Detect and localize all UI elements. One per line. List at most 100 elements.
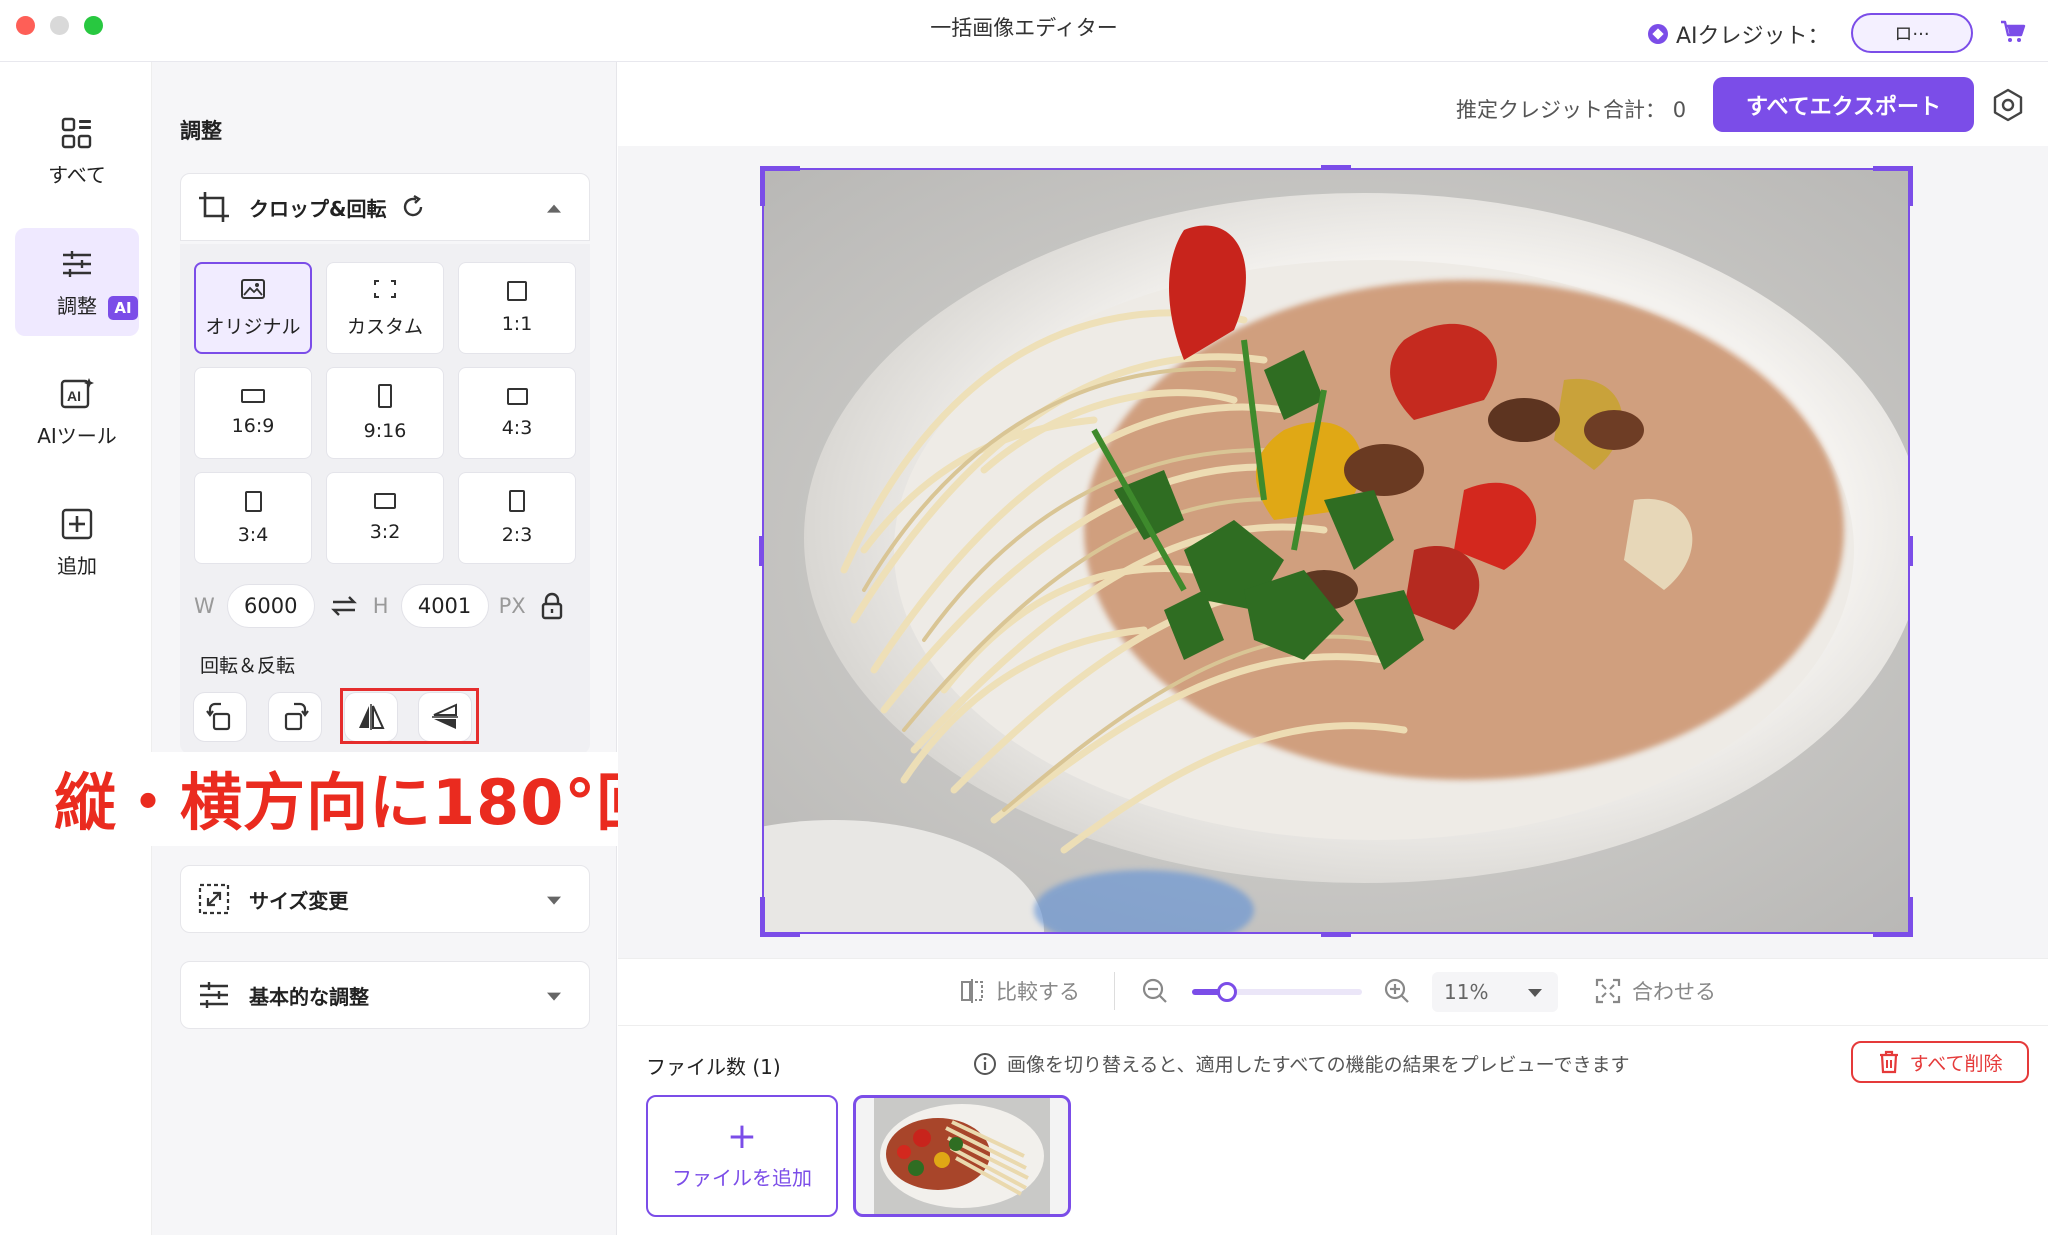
ratio-label: 16:9 [231,415,275,437]
rail-label-all: すべて [48,162,106,187]
chevron-down-icon[interactable] [547,992,561,1001]
swap-icon[interactable] [329,594,359,618]
ratio-4-3[interactable]: 4:3 [458,367,576,459]
login-button[interactable]: ロ··· [1851,13,1973,53]
credit-total-value: 0 [1672,98,1687,122]
chevron-up-icon[interactable] [547,204,561,213]
square-icon [507,281,527,301]
image-icon [241,278,265,299]
ratio-original[interactable]: オリジナル [194,262,312,354]
ratio-1-1[interactable]: 1:1 [458,262,576,354]
file-thumbnail[interactable] [853,1095,1071,1217]
gear-icon[interactable] [1991,88,2025,122]
preview-image[interactable] [762,168,1910,934]
width-label: W [194,594,215,618]
trash-icon [1879,1050,1898,1074]
credit-total-label: 推定クレジット合計： [1456,98,1666,122]
lock-icon[interactable] [540,592,564,620]
crop-handle-right[interactable] [1908,536,1913,566]
crop-handle-bottom-left[interactable] [760,897,800,937]
sliders-icon [200,982,228,1008]
resize-title: サイズ変更 [249,888,349,913]
plus-icon: + [726,1115,758,1157]
flip-highlight-box [340,688,479,744]
ratio-label: 1:1 [501,313,533,335]
ratio-custom[interactable]: カスタム [326,262,444,354]
maximize-window-button[interactable] [84,16,103,35]
rotate-left-button[interactable] [193,692,247,742]
ratio-label: 2:3 [501,524,533,546]
dimension-row: W 6000 H 4001 PX [194,584,564,628]
crop-handle-bottom[interactable] [1321,932,1351,937]
crop-handle-top-right[interactable] [1873,166,1913,206]
zoom-divider [1114,972,1115,1010]
grid-icon [61,117,92,148]
ratio-3-2[interactable]: 3:2 [326,472,444,564]
ratio-2-3[interactable]: 2:3 [458,472,576,564]
portrait-icon [378,384,392,408]
rail-item-all[interactable]: すべて [15,97,139,205]
credit-diamond-icon [1648,24,1668,44]
crop-handle-top-left[interactable] [760,166,800,206]
landscape-icon [506,387,528,405]
cart-icon[interactable] [2000,20,2026,44]
compare-icon [961,979,983,1003]
rail-label-ai-tools: AIツール [37,423,117,448]
zoom-out-icon[interactable] [1141,977,1169,1005]
ratio-9-16[interactable]: 9:16 [326,367,444,459]
compare-label: 比較する [996,980,1080,1004]
export-all-button[interactable]: すべてエクスポート [1713,77,1974,132]
minimize-window-button[interactable] [50,16,69,35]
width-input[interactable]: 6000 [226,584,315,628]
sliders-icon [63,250,91,277]
rail-label-add: 追加 [57,553,97,578]
resize-section-header[interactable]: サイズ変更 [180,865,590,933]
delete-all-button[interactable]: すべて削除 [1851,1041,2029,1083]
fit-screen-icon [1595,978,1621,1004]
preview-tip-text: 画像を切り替えると、適用したすべての機能の結果をプレビューできます [1007,1054,1630,1076]
height-input[interactable]: 4001 [400,584,489,628]
rail-item-ai-tools[interactable]: AI AIツール [15,358,139,466]
ratio-3-4[interactable]: 3:4 [194,472,312,564]
resize-icon [198,883,230,915]
height-label: H [372,594,389,618]
crop-icon [199,192,229,222]
zoom-slider-handle[interactable] [1217,982,1237,1002]
portrait-icon [244,490,262,512]
basic-adjust-section-header[interactable]: 基本的な調整 [180,961,590,1029]
ratio-label: 3:2 [369,521,401,543]
basic-adjust-title: 基本的な調整 [249,984,369,1009]
reset-icon[interactable] [400,194,426,220]
crop-handle-bottom-right[interactable] [1873,897,1913,937]
rotate-left-icon [206,702,231,731]
rail-item-add[interactable]: 追加 [15,488,139,596]
plus-square-icon [61,508,93,539]
unit-label: PX [498,594,526,618]
crop-handle-top[interactable] [1321,165,1351,170]
crop-handle-left[interactable] [759,536,764,566]
title-bar: 一括画像エディター AIクレジット： ロ··· [0,0,2048,62]
panel-title: 調整 [180,119,222,143]
compare-button[interactable]: 比較する [958,976,1080,1006]
ratio-16-9[interactable]: 16:9 [194,367,312,459]
ratio-label: 4:3 [501,416,533,439]
add-file-label: ファイルを追加 [672,1165,812,1190]
rotate-right-icon [284,702,309,731]
chevron-down-icon[interactable] [547,896,561,905]
portrait-icon [509,490,525,512]
ai-tool-icon: AI [60,377,94,408]
landscape-icon [374,493,396,509]
fit-label: 合わせる [1632,980,1716,1004]
crop-rotate-section-header[interactable]: クロップ&回転 [180,173,590,241]
rotate-right-button[interactable] [268,692,322,742]
landscape-icon [241,389,265,403]
close-window-button[interactable] [16,16,35,35]
fit-button[interactable]: 合わせる [1594,976,1716,1006]
add-file-button[interactable]: + ファイルを追加 [646,1095,838,1217]
ai-badge: AI [108,296,138,320]
food-photo [764,170,1908,932]
svg-text:AI: AI [67,388,81,404]
zoom-in-icon[interactable] [1383,977,1411,1005]
zoom-level-select[interactable]: 11% [1432,972,1558,1012]
rotate-flip-label: 回転＆反転 [200,655,296,677]
